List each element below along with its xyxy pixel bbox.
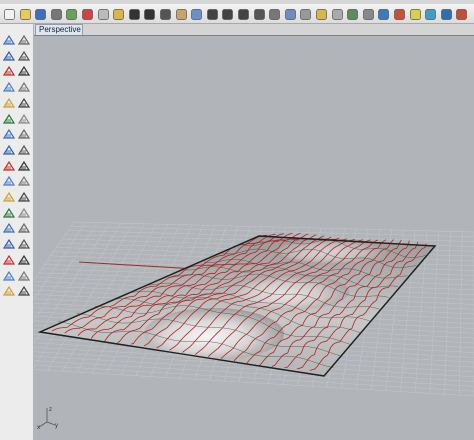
print-icon[interactable] (50, 6, 63, 20)
zoom-selected-icon[interactable] (253, 6, 266, 20)
arc-icon[interactable] (17, 78, 31, 92)
new-file-icon[interactable] (3, 6, 16, 20)
pan-icon[interactable] (175, 6, 188, 20)
axis-z-label: z (49, 407, 52, 413)
undo-icon[interactable] (128, 6, 141, 20)
boolean-icon[interactable] (17, 172, 31, 186)
move-icon[interactable] (17, 188, 31, 202)
trim-icon[interactable] (17, 204, 31, 218)
construction-plane-icon[interactable] (299, 6, 312, 20)
zoom-window-icon[interactable] (221, 6, 234, 20)
render-icon[interactable] (17, 267, 31, 281)
sphere-icon[interactable] (17, 157, 31, 171)
dimension-icon[interactable] (2, 251, 16, 265)
explode-icon[interactable] (2, 235, 16, 249)
rhino-window: Perspective z x y (0, 0, 474, 440)
save-icon[interactable] (34, 6, 47, 20)
viewport-layout-icon[interactable] (268, 6, 281, 20)
world-axes-widget: z x y (37, 407, 58, 431)
group-icon[interactable] (17, 235, 31, 249)
circle-icon[interactable] (2, 78, 16, 92)
select-icon[interactable] (159, 6, 172, 20)
join-icon[interactable] (17, 219, 31, 233)
array-icon[interactable] (2, 204, 16, 218)
material-icon[interactable] (424, 6, 437, 20)
analyze-icon[interactable] (2, 267, 16, 281)
rectangle-icon[interactable] (17, 62, 31, 76)
paste-icon[interactable] (112, 6, 125, 20)
polyline-icon[interactable] (2, 47, 16, 61)
perspective-viewport[interactable]: z x y (34, 35, 474, 440)
shaded-icon[interactable] (377, 6, 390, 20)
object-snap-icon[interactable] (346, 6, 359, 20)
box-icon[interactable] (2, 157, 16, 171)
viewport-tab-bar: Perspective (34, 24, 474, 35)
point-icon[interactable] (17, 31, 31, 45)
line-icon[interactable] (17, 47, 31, 61)
properties-icon[interactable] (331, 6, 344, 20)
viewport-tab-label: Perspective (39, 25, 81, 34)
check-icon[interactable] (2, 282, 16, 296)
mesh-icon[interactable] (2, 172, 16, 186)
viewport-canvas: z x y (34, 221, 474, 431)
curve-icon[interactable] (2, 62, 16, 76)
open-file-icon[interactable] (19, 6, 32, 20)
fillet-icon[interactable] (17, 110, 31, 124)
redo-icon[interactable] (143, 6, 156, 20)
four-views-icon[interactable] (284, 6, 297, 20)
select-arrow-icon[interactable] (2, 31, 16, 45)
loft-icon[interactable] (17, 141, 31, 155)
import-icon[interactable] (65, 6, 78, 20)
sweep-icon[interactable] (2, 141, 16, 155)
polygon-icon[interactable] (17, 94, 31, 108)
rendered-icon[interactable] (393, 6, 406, 20)
paint-icon[interactable] (17, 282, 31, 296)
zoom-icon[interactable] (206, 6, 219, 20)
options-icon[interactable] (440, 6, 453, 20)
surface-icon[interactable] (2, 125, 16, 139)
axis-y-label: y (55, 423, 58, 429)
left-toolbar (0, 24, 34, 440)
split-icon[interactable] (2, 219, 16, 233)
copy-icon[interactable] (97, 6, 110, 20)
transform-icon[interactable] (2, 188, 16, 202)
layer-icon[interactable] (315, 6, 328, 20)
wireframe-icon[interactable] (362, 6, 375, 20)
ellipse-icon[interactable] (2, 94, 16, 108)
extrude-icon[interactable] (17, 125, 31, 139)
zoom-extents-icon[interactable] (237, 6, 250, 20)
main-toolbar (0, 4, 474, 24)
text-icon[interactable] (17, 251, 31, 265)
tab-perspective[interactable]: Perspective (35, 24, 83, 35)
freeform-icon[interactable] (2, 110, 16, 124)
rotate-view-icon[interactable] (190, 6, 203, 20)
cut-icon[interactable] (81, 6, 94, 20)
help-icon[interactable] (455, 6, 468, 20)
render-icon[interactable] (409, 6, 422, 20)
axis-x-label: x (37, 425, 40, 431)
